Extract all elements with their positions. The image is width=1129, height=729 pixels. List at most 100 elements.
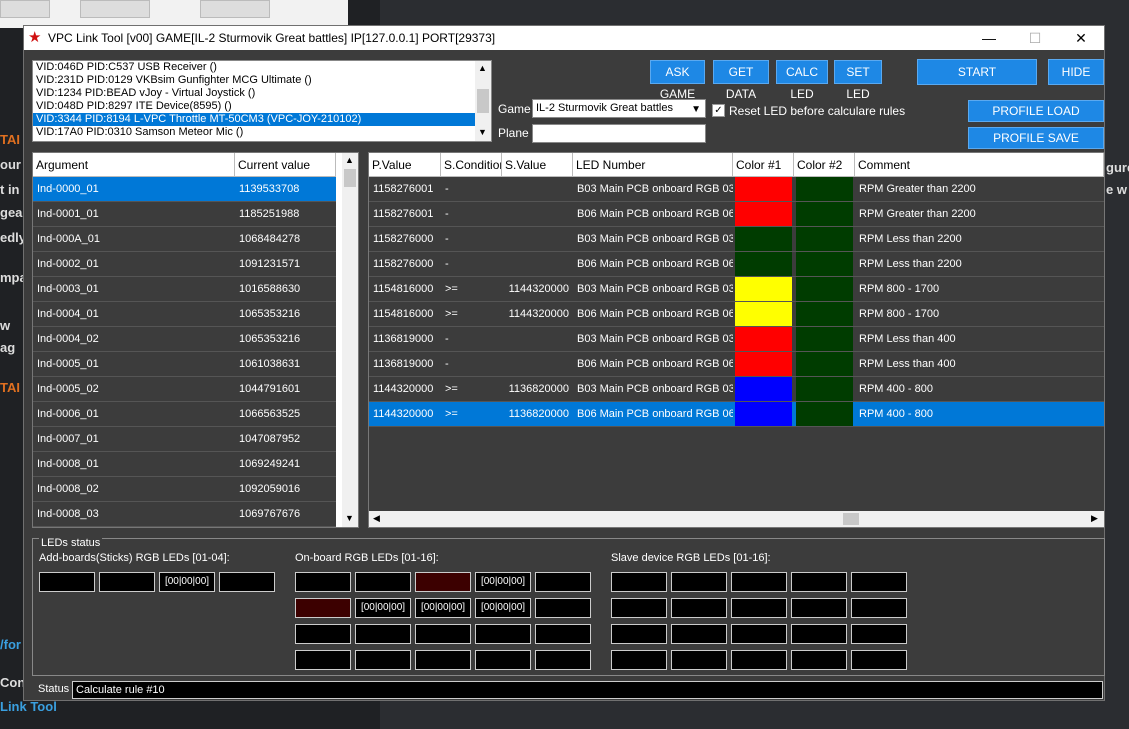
color2-swatch[interactable] xyxy=(796,377,853,401)
scroll-thumb[interactable] xyxy=(344,169,356,187)
slave-led-box xyxy=(671,598,727,618)
rules-hscrollbar[interactable]: ◀ ▶ xyxy=(369,511,1104,527)
onboard-led-box xyxy=(295,650,351,670)
minimize-button[interactable]: — xyxy=(966,26,1012,50)
rules-table-row[interactable]: 1136819000- B06 Main PCB onboard RGB 06 RP… xyxy=(369,352,1104,377)
rules-table-row[interactable]: 1154816000 >= 1144320000 B03 Main PCB onboa… xyxy=(369,277,1104,302)
color1-swatch[interactable] xyxy=(735,252,792,276)
args-table-body: Ind-0000_01 1139533708 Ind-0001_01 11852519… xyxy=(33,177,336,527)
set-led-button[interactable]: SET LED xyxy=(834,60,882,101)
scroll-up-icon[interactable]: ▲ xyxy=(345,155,354,165)
plane-field[interactable] xyxy=(532,124,706,143)
chevron-down-icon[interactable]: ▼ xyxy=(691,101,701,118)
rules-header-svalue[interactable]: S.Value xyxy=(502,153,573,177)
svalue-cell xyxy=(502,352,573,377)
rules-table-row[interactable]: 1158276001- B06 Main PCB onboard RGB 06 RP… xyxy=(369,202,1104,227)
args-header-argument[interactable]: Argument xyxy=(33,153,235,177)
args-table-row[interactable]: Ind-0004_02 1065353216 xyxy=(33,327,336,352)
scondition-cell: - xyxy=(445,183,449,195)
rules-table-row[interactable]: 1144320000 >= 1136820000 B03 Main PCB onboa… xyxy=(369,377,1104,402)
rules-header-scondition[interactable]: S.Condition xyxy=(441,153,502,177)
maximize-button[interactable]: ☐ xyxy=(1012,26,1058,50)
args-table-row[interactable]: Ind-0007_01 1047087952 xyxy=(33,427,336,452)
rules-header-comment[interactable]: Comment xyxy=(855,153,1104,177)
args-table-row[interactable]: Ind-0002_01 1091231571 xyxy=(33,252,336,277)
color2-swatch[interactable] xyxy=(796,227,853,251)
hide-button[interactable]: HIDE xyxy=(1048,59,1104,85)
device-list-item[interactable]: VID:231D PID:0129 VKBsim Gunfighter MCG … xyxy=(33,74,491,87)
rules-header-color1[interactable]: Color #1 xyxy=(733,153,794,177)
color1-swatch[interactable] xyxy=(735,227,792,251)
device-list-scrollbar[interactable]: ▲ ▼ xyxy=(475,61,491,141)
profile-load-button[interactable]: PROFILE LOAD xyxy=(968,100,1104,122)
device-list[interactable]: VID:046D PID:C537 USB Receiver () VID:231… xyxy=(32,60,492,142)
rules-table-row[interactable]: 1158276001- B03 Main PCB onboard RGB 03 RP… xyxy=(369,177,1104,202)
args-header-current-value[interactable]: Current value xyxy=(235,153,336,177)
led-number-cell: B06 Main PCB onboard RGB 06 xyxy=(577,258,733,270)
color1-swatch[interactable] xyxy=(735,352,792,376)
game-select[interactable]: IL-2 Sturmovik Great battles ▼ xyxy=(532,99,706,118)
scroll-up-icon[interactable]: ▲ xyxy=(478,63,487,73)
reset-led-checkbox[interactable]: ✓ xyxy=(712,104,725,117)
color1-swatch[interactable] xyxy=(735,402,792,426)
background-text-fragment: e w xyxy=(1106,182,1127,197)
color1-swatch[interactable] xyxy=(735,302,792,326)
scroll-thumb[interactable] xyxy=(477,89,489,113)
args-table-row[interactable]: Ind-0008_03 1069767676 xyxy=(33,502,336,527)
args-table-row[interactable]: Ind-0003_01 1016588630 xyxy=(33,277,336,302)
rules-header-color2[interactable]: Color #2 xyxy=(794,153,855,177)
color2-swatch[interactable] xyxy=(796,252,853,276)
args-table-row[interactable]: Ind-0000_01 1139533708 xyxy=(33,177,336,202)
color2-swatch[interactable] xyxy=(796,402,853,426)
device-list-item[interactable]: VID:3344 PID:8194 L-VPC Throttle MT-50CM… xyxy=(33,113,491,126)
rules-header-led-number[interactable]: LED Number xyxy=(573,153,733,177)
args-table-row[interactable]: Ind-0005_02 1044791601 xyxy=(33,377,336,402)
color1-swatch[interactable] xyxy=(735,277,792,301)
args-table-row[interactable]: Ind-0005_01 1061038631 xyxy=(33,352,336,377)
args-table-row[interactable]: Ind-000A_01 1068484278 xyxy=(33,227,336,252)
plane-label: Plane xyxy=(498,126,529,140)
profile-save-button[interactable]: PROFILE SAVE xyxy=(968,127,1104,149)
scroll-down-icon[interactable]: ▼ xyxy=(478,127,487,137)
args-table-row[interactable]: Ind-0006_01 1066563525 xyxy=(33,402,336,427)
color2-swatch[interactable] xyxy=(796,177,853,201)
args-table-row[interactable]: Ind-0001_01 1185251988 xyxy=(33,202,336,227)
color1-swatch[interactable] xyxy=(735,202,792,226)
color2-swatch[interactable] xyxy=(796,327,853,351)
background-link[interactable]: Link Tool xyxy=(0,699,57,714)
args-scrollbar[interactable]: ▲ ▼ xyxy=(342,153,358,527)
window-title: VPC Link Tool [v00] GAME[IL-2 Sturmovik … xyxy=(48,31,496,45)
scondition-cell: >= xyxy=(445,308,458,320)
rules-table-row[interactable]: 1154816000 >= 1144320000 B06 Main PCB onboa… xyxy=(369,302,1104,327)
rules-table-row[interactable]: 1158276000- B06 Main PCB onboard RGB 06 RP… xyxy=(369,252,1104,277)
rules-header-pvalue[interactable]: P.Value xyxy=(369,153,441,177)
device-list-item[interactable]: VID:048D PID:8297 ITE Device(8595) () xyxy=(33,100,491,113)
rules-table-row[interactable]: 1158276000- B03 Main PCB onboard RGB 03 RP… xyxy=(369,227,1104,252)
device-list-item[interactable]: VID:046D PID:C537 USB Receiver () xyxy=(33,61,491,74)
args-table-row[interactable]: Ind-0008_01 1069249241 xyxy=(33,452,336,477)
color2-swatch[interactable] xyxy=(796,277,853,301)
color1-swatch[interactable] xyxy=(735,327,792,351)
args-table-row[interactable]: Ind-0004_01 1065353216 xyxy=(33,302,336,327)
scroll-down-icon[interactable]: ▼ xyxy=(345,513,354,523)
rules-table-row[interactable]: 1144320000 >= 1136820000 B06 Main PCB onboa… xyxy=(369,402,1104,427)
start-button[interactable]: START xyxy=(917,59,1037,85)
scroll-right-icon[interactable]: ▶ xyxy=(1091,513,1098,524)
ask-game-button[interactable]: ASK GAME xyxy=(650,60,705,101)
calc-led-button[interactable]: CALC LED xyxy=(776,60,828,101)
color2-swatch[interactable] xyxy=(796,202,853,226)
get-data-button[interactable]: GET DATA xyxy=(713,60,769,101)
color2-swatch[interactable] xyxy=(796,302,853,326)
device-list-item[interactable]: VID:17A0 PID:0310 Samson Meteor Mic () xyxy=(33,126,491,139)
device-list-item[interactable]: VID:1234 PID:BEAD vJoy - Virtual Joystic… xyxy=(33,87,491,100)
slave-led-box xyxy=(611,624,667,644)
scroll-left-icon[interactable]: ◀ xyxy=(373,513,380,524)
scroll-thumb[interactable] xyxy=(843,513,859,525)
rules-table-row[interactable]: 1136819000- B03 Main PCB onboard RGB 03 RP… xyxy=(369,327,1104,352)
args-table-row[interactable]: Ind-0008_02 1092059016 xyxy=(33,477,336,502)
color2-swatch[interactable] xyxy=(796,352,853,376)
color1-swatch[interactable] xyxy=(735,377,792,401)
close-button[interactable]: ✕ xyxy=(1058,26,1104,50)
color1-swatch[interactable] xyxy=(735,177,792,201)
current-value-cell: 1092059016 xyxy=(239,483,301,495)
